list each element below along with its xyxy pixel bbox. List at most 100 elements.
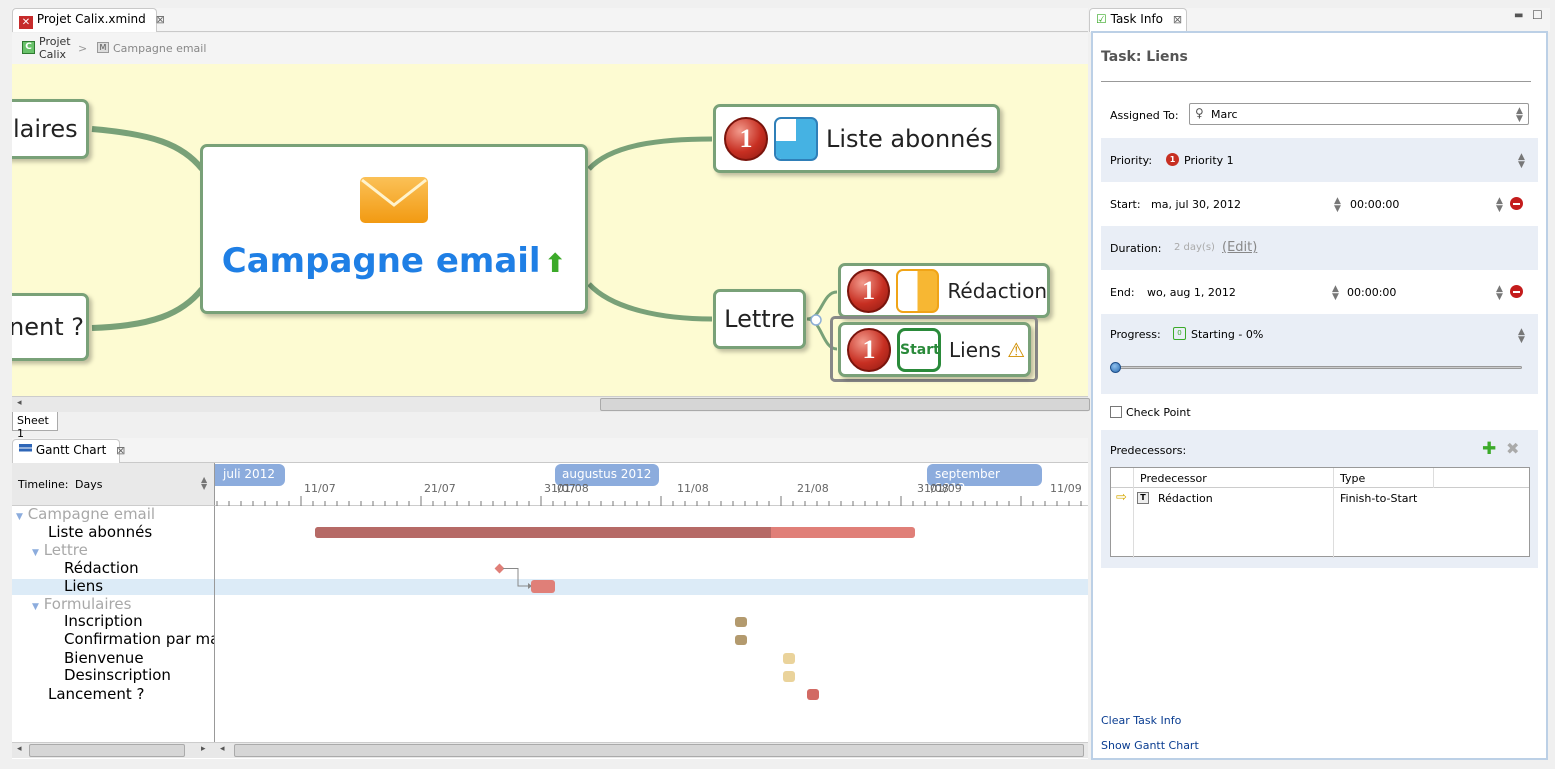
taskinfo-tab[interactable]: ☑ Task Info ⊠ (1089, 8, 1187, 32)
taskinfo-tabstrip: ☑ Task Info ⊠ ▬ ☐ (1089, 8, 1550, 32)
node-lettre[interactable]: Lettre (713, 289, 806, 349)
priority-value[interactable]: Priority 1 (1184, 154, 1234, 167)
close-icon[interactable]: ⊠ (116, 444, 125, 457)
tick-label: 01/09 (930, 482, 962, 495)
breadcrumb-root[interactable]: Projet Calix (39, 35, 71, 61)
tree-item[interactable]: Liste abonnés (48, 523, 152, 541)
gantt-body: Timeline: Days ▲ ▼ juli 2012 augustus 201… (12, 463, 1088, 759)
expand-icon[interactable]: ▼ (16, 512, 23, 522)
scroll-thumb[interactable] (29, 744, 185, 757)
progress-slider-track[interactable] (1110, 362, 1522, 373)
sheet-tab[interactable]: Sheet 1 (12, 412, 58, 440)
scroll-right-icon[interactable]: ▸ (201, 744, 206, 754)
minimize-icon[interactable]: ▬ (1514, 10, 1523, 21)
predecessors-table: Predecessor Type ⇨ T Rédaction Finish-to… (1110, 467, 1530, 558)
tree-item-label: Rédaction (64, 559, 139, 577)
breadcrumb: C Projet Calix > M Campagne email (12, 33, 1088, 64)
node-redaction[interactable]: 1 Rédaction (838, 263, 1050, 318)
duration-edit-link[interactable]: (Edit) (1222, 240, 1257, 255)
maximize-icon[interactable]: ☐ (1532, 8, 1543, 22)
editor-tab-label: Projet Calix.xmind (36, 12, 146, 26)
spinner-icon[interactable]: ▲ ▼ (1518, 153, 1525, 170)
assigned-combo[interactable]: ♀ Marc ▲ ▼ (1189, 103, 1529, 125)
spinner-icon[interactable]: ▲ ▼ (1518, 328, 1525, 345)
progress-slider-thumb[interactable] (1110, 362, 1121, 373)
gantt-bar-liste-abonnes[interactable] (315, 527, 915, 538)
table-row[interactable]: ⇨ T Rédaction Finish-to-Start (1111, 490, 1529, 508)
tree-item-label: Lancement ? (48, 685, 145, 703)
node-liens[interactable]: 1 Start Liens ⚠ (838, 322, 1031, 377)
gantt-milestone-desinscription[interactable] (783, 671, 795, 682)
tree-item[interactable]: Rédaction (64, 559, 139, 577)
close-icon[interactable]: ⊠ (156, 13, 165, 26)
spinner-icon[interactable]: ▲ ▼ (201, 476, 207, 491)
gantt-bar-lancement[interactable] (807, 689, 819, 700)
breadcrumb-current[interactable]: Campagne email (113, 42, 206, 55)
close-icon[interactable]: ⊠ (1173, 13, 1182, 26)
clear-task-info-link[interactable]: Clear Task Info (1101, 714, 1181, 727)
show-gantt-chart-link[interactable]: Show Gantt Chart (1101, 739, 1199, 752)
scroll-left-icon[interactable]: ◂ (17, 398, 22, 408)
tree-item-label: Liens (64, 577, 104, 595)
task-tree: ▼ Campagne email Liste abonnés ▼ Lettre … (12, 506, 215, 742)
tree-item[interactable]: Inscription (64, 612, 143, 630)
scroll-left-icon[interactable]: ◂ (17, 744, 22, 754)
expand-icon[interactable]: ▼ (32, 602, 39, 612)
remove-start-icon[interactable] (1510, 197, 1523, 210)
node-lancement[interactable]: nent ? (12, 293, 89, 361)
remove-end-icon[interactable] (1510, 285, 1523, 298)
node-central[interactable]: Campagne email ⬆ (200, 144, 588, 314)
tree-item-label: Campagne email (27, 506, 156, 523)
expand-icon[interactable]: ▼ (32, 548, 39, 558)
node-liste-abonnes[interactable]: 1 Liste abonnés (713, 104, 1000, 173)
end-date[interactable]: wo, aug 1, 2012 (1147, 286, 1236, 299)
col-divider (1333, 468, 1334, 558)
tick-label: 11/09 (1050, 482, 1082, 495)
tick-marks (216, 496, 1082, 506)
checkpoint-checkbox[interactable] (1110, 406, 1122, 418)
spinner-icon[interactable]: ▲ ▼ (1332, 285, 1339, 302)
tree-item[interactable]: Bienvenue (64, 649, 144, 667)
gantt-bar-liens[interactable] (531, 580, 555, 593)
delete-icon[interactable]: ✖ (1506, 439, 1519, 458)
gantt-milestone-bienvenue[interactable] (783, 653, 795, 664)
tree-item[interactable]: ▼ Lettre (32, 541, 88, 559)
gantt-tab[interactable]: Gantt Chart ⊠ (12, 439, 125, 463)
tree-item[interactable]: ▼ Formulaires (32, 595, 131, 613)
month-label: juli 2012 (215, 464, 285, 486)
end-time[interactable]: 00:00:00 (1347, 286, 1396, 299)
spinner-icon[interactable]: ▲ ▼ (1334, 197, 1341, 214)
gantt-milestone-confirmation[interactable] (735, 635, 747, 645)
add-icon[interactable]: ✚ (1482, 439, 1496, 459)
tree-item[interactable]: Liens (64, 577, 103, 595)
assigned-label: Assigned To: (1110, 109, 1179, 122)
priority-1-icon: 1 (1166, 153, 1179, 166)
timeline-selector[interactable]: Timeline: Days ▲ ▼ (12, 463, 215, 506)
duration-row: Duration: 2 day(s) (Edit) (1101, 226, 1538, 270)
tree-item[interactable]: Lancement ? (48, 685, 145, 703)
canvas-hscrollbar[interactable]: ◂ (12, 396, 1090, 412)
scroll-left-icon[interactable]: ◂ (220, 744, 225, 754)
node-formulaires[interactable]: laires (12, 99, 89, 159)
gantt-milestone-inscription[interactable] (735, 617, 747, 627)
chart-hscrollbar[interactable]: ◂ (215, 742, 1088, 758)
editor-tab[interactable]: ✕ Projet Calix.xmind ⊠ (12, 8, 165, 32)
tree-item[interactable]: Desinscription (64, 666, 171, 684)
scroll-thumb[interactable] (234, 744, 1084, 757)
start-time[interactable]: 00:00:00 (1350, 198, 1399, 211)
start-date[interactable]: ma, jul 30, 2012 (1151, 198, 1241, 211)
tree-hscrollbar[interactable]: ◂ ▸ (12, 742, 215, 758)
tree-item[interactable]: ▼ Campagne email (16, 506, 155, 523)
column-header-predecessor[interactable]: Predecessor (1140, 472, 1207, 485)
map-root-icon: C (22, 41, 35, 54)
scroll-thumb[interactable] (600, 398, 1090, 411)
col-divider (1433, 468, 1434, 488)
tree-item-label: Inscription (64, 612, 143, 630)
spinner-icon[interactable]: ▲ ▼ (1496, 197, 1503, 214)
tree-item[interactable]: Confirmation par ma (64, 630, 214, 648)
priority-1-icon: 1 (724, 116, 768, 161)
spinner-icon[interactable]: ▲ ▼ (1496, 285, 1503, 302)
mindmap-canvas[interactable]: laires nent ? Campagne email ⬆ 1 Liste a… (12, 64, 1088, 396)
spinner-icon[interactable]: ▲ ▼ (1516, 107, 1523, 124)
column-header-type[interactable]: Type (1340, 472, 1365, 485)
